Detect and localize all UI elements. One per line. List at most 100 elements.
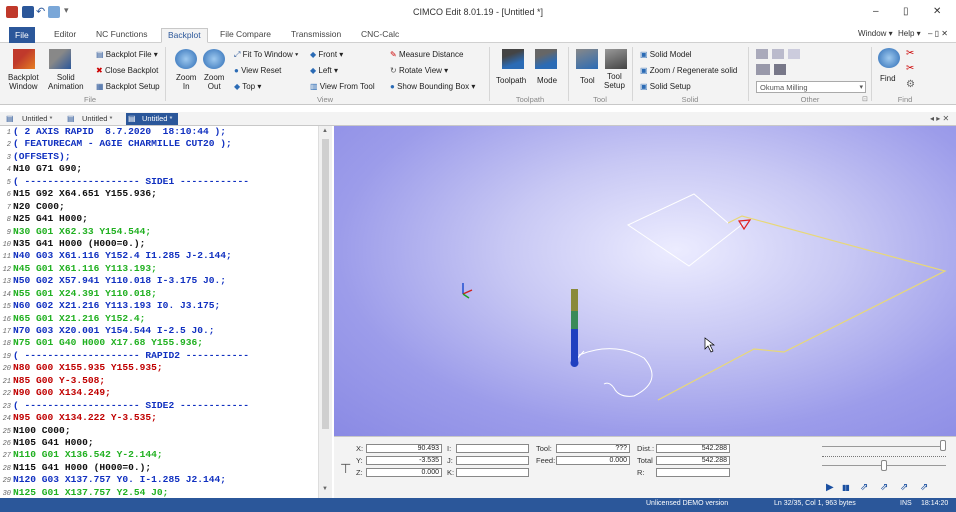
restore-button[interactable]: ▯ xyxy=(903,6,909,17)
code-line[interactable]: 11 N40 G03 X61.116 Y152.4 I1.285 J-2.144; xyxy=(0,250,318,262)
code-line[interactable]: 6 N15 G92 X64.651 Y155.936; xyxy=(0,188,318,200)
tool-button[interactable]: Tool xyxy=(580,76,595,85)
code-line[interactable]: 3 (OFFSETS); xyxy=(0,151,318,163)
code-line[interactable]: 4 N10 G71 G90; xyxy=(0,163,318,175)
step-operation-icon[interactable]: ⇗ xyxy=(880,482,888,493)
show-bounding-box-button[interactable]: ● Show Bounding Box ▾ xyxy=(390,82,475,91)
other-tool-5-icon[interactable] xyxy=(774,64,786,75)
skip-tool-icon[interactable]: ⇗ xyxy=(900,482,908,493)
top-view-button[interactable]: ◆ Top ▾ xyxy=(234,82,261,91)
toolpath-group-label: Toolpath xyxy=(515,95,545,104)
code-line[interactable]: 24 N95 G00 X134.222 Y-3.535; xyxy=(0,412,318,424)
help-menu[interactable]: Help ▾ xyxy=(898,29,921,38)
machine-select[interactable]: Okuma Milling ▾ xyxy=(756,81,866,93)
find-button[interactable]: Find xyxy=(880,74,896,83)
code-line[interactable]: 8 N25 G41 H000; xyxy=(0,213,318,225)
code-line[interactable]: 21 N85 G00 Y-3.508; xyxy=(0,375,318,387)
tab-file[interactable]: File xyxy=(9,27,35,43)
solid-setup-button[interactable]: ▣ Solid Setup xyxy=(640,82,691,91)
tab-editor[interactable]: Editor xyxy=(48,28,82,43)
tab-transmission[interactable]: Transmission xyxy=(285,28,347,43)
zoom-out-button[interactable]: Zoom Out xyxy=(204,73,224,91)
code-line[interactable]: 28 N115 G41 H000 (H000=0.); xyxy=(0,462,318,474)
view-reset-button[interactable]: ● View Reset xyxy=(234,66,281,75)
speed-slider-thumb[interactable] xyxy=(881,460,887,471)
close-backplot-button[interactable]: ✖ Close Backplot xyxy=(96,66,158,75)
doc-tab-2[interactable]: Untitled * xyxy=(66,113,118,125)
backplot-canvas[interactable] xyxy=(334,126,956,436)
code-line[interactable]: 20 N80 G00 X155.935 Y155.935; xyxy=(0,362,318,374)
code-line[interactable]: 14 N55 G01 X24.391 Y110.018; xyxy=(0,288,318,300)
code-line[interactable]: 30 N125 G01 X137.757 Y2.54 J0; xyxy=(0,487,318,498)
code-line[interactable]: 29 N120 G03 X137.757 Y0. I-1.285 J2.144; xyxy=(0,474,318,486)
code-line[interactable]: 16 N65 G01 X21.216 Y152.4; xyxy=(0,313,318,325)
tab-nc-functions[interactable]: NC Functions xyxy=(90,28,154,43)
other-tool-2-icon[interactable] xyxy=(772,49,784,59)
code-line[interactable]: 27 N110 G01 X136.542 Y-2.144; xyxy=(0,449,318,461)
code-line[interactable]: 23( -------------------- SIDE2 ---------… xyxy=(0,400,318,412)
tool-position-icon: ⊤ xyxy=(340,461,352,476)
measure-distance-button[interactable]: ✎ Measure Distance xyxy=(390,50,463,59)
play-button[interactable]: ▶ xyxy=(826,482,834,493)
backplot-viewport[interactable] xyxy=(334,126,956,436)
code-text: N10 G71 G90; xyxy=(13,163,83,175)
mode-button[interactable]: Mode xyxy=(537,76,557,85)
tab-backplot[interactable]: Backplot xyxy=(161,28,208,43)
backplot-setup-button[interactable]: ▦ Backplot Setup xyxy=(96,82,160,91)
code-line[interactable]: 10 N35 G41 H000 (H000=0.); xyxy=(0,238,318,250)
code-line[interactable]: 7 N20 C000; xyxy=(0,201,318,213)
code-line[interactable]: 22 N90 G00 X134.249; xyxy=(0,387,318,399)
code-line[interactable]: 25 N100 C000; xyxy=(0,425,318,437)
skip-to-end-icon[interactable]: ⇗ xyxy=(920,482,928,493)
scroll-down-icon[interactable]: ▼ xyxy=(322,486,328,492)
find-next-icon[interactable]: ✂ xyxy=(906,48,914,59)
mdi-controls[interactable]: – ▯ ✕ xyxy=(928,29,948,38)
other-tool-4-icon[interactable] xyxy=(756,64,770,75)
code-line[interactable]: 15 N60 G02 X21.216 Y113.193 I0. J3.175; xyxy=(0,300,318,312)
rotate-view-button[interactable]: ↻ Rotate View ▾ xyxy=(390,66,448,75)
other-tool-3-icon[interactable] xyxy=(788,49,800,59)
code-line[interactable]: 17 N70 G03 X20.001 Y154.544 I-2.5 J0.; xyxy=(0,325,318,337)
view-from-tool-button[interactable]: ▥ View From Tool xyxy=(310,82,375,91)
close-button[interactable]: ✕ xyxy=(933,6,941,17)
editor-vertical-scrollbar[interactable]: ▲ ▼ xyxy=(318,126,332,498)
solid-animation-button[interactable]: Solid Animation xyxy=(48,73,84,91)
tool-setup-button[interactable]: Tool Setup xyxy=(604,72,625,90)
progress-slider-thumb[interactable] xyxy=(940,440,946,451)
toolpath-button[interactable]: Toolpath xyxy=(496,76,526,85)
scroll-up-icon[interactable]: ▲ xyxy=(322,128,328,134)
backplot-window-button[interactable]: Backplot Window xyxy=(8,73,39,91)
tab-file-compare[interactable]: File Compare xyxy=(214,28,277,43)
fit-to-window-button[interactable]: ⤢ Fit To Window ▾ xyxy=(234,50,298,59)
nc-code-editor[interactable]: 1( 2 AXIS RAPID 8.7.2020 18:10:44 ); 2( F… xyxy=(0,126,318,498)
tab-cnc-calc[interactable]: CNC-Calc xyxy=(355,28,405,43)
zoom-regenerate-button[interactable]: ▣ Zoom / Regenerate solid xyxy=(640,66,737,75)
left-view-button[interactable]: ◆ Left ▾ xyxy=(310,66,338,75)
find-prev-icon[interactable]: ✂ xyxy=(906,63,914,74)
progress-slider-track[interactable] xyxy=(822,446,946,447)
doc-tab-1[interactable]: Untitled * xyxy=(6,113,58,125)
pause-button[interactable]: ▮▮ xyxy=(842,483,850,492)
code-line[interactable]: 18 N75 G01 G40 H000 X17.68 Y155.936; xyxy=(0,337,318,349)
code-text: N85 G00 Y-3.508; xyxy=(13,374,106,386)
code-line[interactable]: 5( -------------------- SIDE1 ----------… xyxy=(0,176,318,188)
code-line[interactable]: 19( -------------------- RAPID2 --------… xyxy=(0,350,318,362)
code-line[interactable]: 26 N105 G41 H000; xyxy=(0,437,318,449)
dialog-launcher-icon[interactable]: ⊡ xyxy=(862,95,868,103)
doc-nav-controls[interactable]: ◂ ▸ ✕ xyxy=(930,114,949,123)
backplot-file-button[interactable]: ▤ Backplot File ▾ xyxy=(96,50,158,59)
code-line[interactable]: 13 N50 G02 X57.941 Y110.018 I-3.175 J0.; xyxy=(0,275,318,287)
solid-model-button[interactable]: ▣ Solid Model xyxy=(640,50,692,59)
scroll-thumb[interactable] xyxy=(322,139,329,429)
code-line[interactable]: 9 N30 G01 X62.33 Y154.544; xyxy=(0,226,318,238)
zoom-in-button[interactable]: Zoom In xyxy=(176,73,196,91)
code-line[interactable]: 12 N45 G01 X61.116 Y113.193; xyxy=(0,263,318,275)
replace-icon[interactable]: ⚙ xyxy=(906,79,915,90)
other-tool-1-icon[interactable] xyxy=(756,49,768,59)
code-line[interactable]: 1( 2 AXIS RAPID 8.7.2020 18:10:44 ); xyxy=(0,126,318,138)
window-menu[interactable]: Window ▾ xyxy=(858,29,893,38)
front-view-button[interactable]: ◆ Front ▾ xyxy=(310,50,343,59)
minimize-button[interactable]: – xyxy=(873,6,879,17)
step-forward-icon[interactable]: ⇗ xyxy=(860,482,868,493)
code-line[interactable]: 2( FEATURECAM - AGIE CHARMILLE CUT20 ); xyxy=(0,138,318,150)
